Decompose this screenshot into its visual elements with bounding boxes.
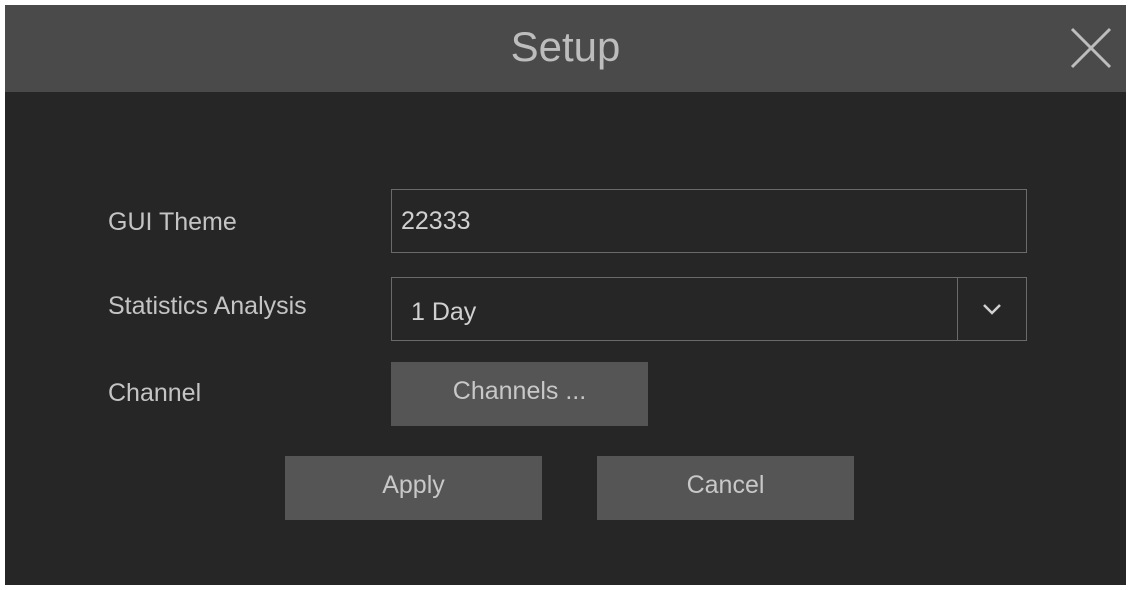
close-icon <box>1070 27 1112 69</box>
gui-theme-input[interactable] <box>391 189 1027 253</box>
channel-label: Channel <box>108 379 202 407</box>
select-arrow-button[interactable] <box>958 278 1026 340</box>
channels-button[interactable]: Channels ... <box>391 362 648 426</box>
statistics-analysis-value: 1 Day <box>411 298 477 326</box>
close-button[interactable] <box>1068 25 1114 71</box>
statistics-analysis-label: Statistics Analysis <box>108 292 307 320</box>
dialog-title: Setup <box>510 23 621 70</box>
chevron-down-icon <box>983 304 1001 315</box>
cancel-button[interactable]: Cancel <box>597 456 854 520</box>
setup-dialog: Setup GUI Theme Statistics Analysis 1 Da… <box>5 5 1126 585</box>
gui-theme-label: GUI Theme <box>108 208 237 236</box>
apply-button[interactable]: Apply <box>285 456 542 520</box>
statistics-analysis-select[interactable]: 1 Day <box>391 277 1027 341</box>
dialog-titlebar: Setup <box>5 5 1126 92</box>
